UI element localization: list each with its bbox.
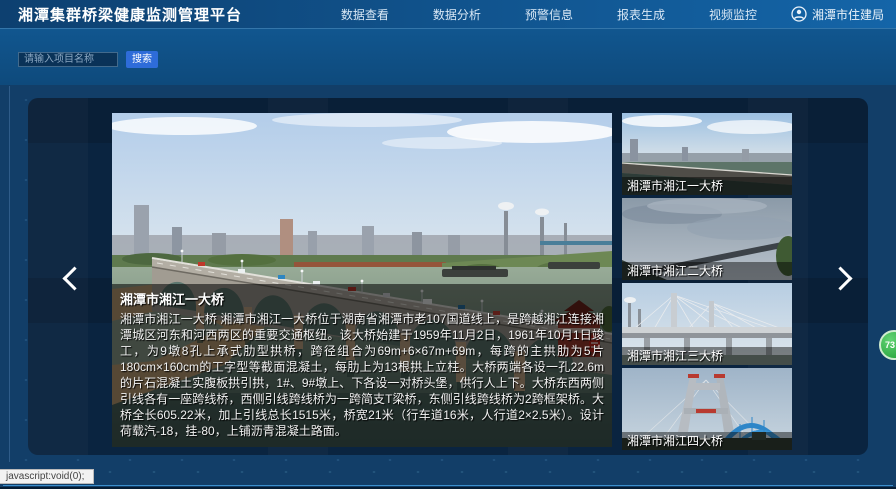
thumbnail-bridge-2[interactable]: 湘潭市湘江二大桥: [622, 198, 792, 280]
nav-item-report[interactable]: 报表生成: [617, 6, 665, 23]
user-avatar-icon: [791, 6, 807, 22]
top-navbar: 湘潭集群桥梁健康监测管理平台 数据查看 数据分析 预警信息 报表生成 视频监控 …: [0, 0, 896, 28]
browser-status-bar: javascript:void(0);: [0, 469, 94, 484]
search-input[interactable]: [18, 52, 118, 67]
carousel-prev-button[interactable]: [60, 266, 86, 292]
thumbnail-bridge-3[interactable]: 湘潭市湘江三大桥: [622, 283, 792, 365]
search-toolbar: 搜索: [0, 28, 896, 85]
thumbnail-title: 湘潭市湘江四大桥: [622, 432, 792, 450]
carousel-active-slide[interactable]: 湘潭市湘江一大桥 湘潭市湘江一大桥 湘潭市湘江一大桥位于湖南省湘潭市老107国道…: [112, 113, 612, 447]
thumbnail-title: 湘潭市湘江一大桥: [622, 177, 792, 195]
app-root: 湘潭集群桥梁健康监测管理平台 数据查看 数据分析 预警信息 报表生成 视频监控 …: [0, 0, 896, 489]
slide-description: 湘潭市湘江一大桥 湘潭市湘江一大桥位于湖南省湘潭市老107国道线上，是跨越湘江连…: [120, 311, 604, 439]
user-menu[interactable]: 湘潭市住建局: [791, 6, 884, 23]
search-button[interactable]: 搜索: [126, 51, 158, 68]
nav-item-video-monitor[interactable]: 视频监控: [709, 6, 757, 23]
thumbnail-title: 湘潭市湘江三大桥: [622, 347, 792, 365]
bottom-decor-band: [0, 463, 896, 489]
floating-feedback-button[interactable]: 73: [879, 330, 896, 360]
slide-title: 湘潭市湘江一大桥: [120, 289, 604, 308]
thumbnail-bridge-4[interactable]: 湘潭市湘江四大桥: [622, 368, 792, 450]
slide-caption: 湘潭市湘江一大桥 湘潭市湘江一大桥 湘潭市湘江一大桥位于湖南省湘潭市老107国道…: [112, 284, 612, 447]
nav-item-data-analysis[interactable]: 数据分析: [433, 6, 481, 23]
page-title: 湘潭集群桥梁健康监测管理平台: [18, 4, 242, 25]
nav-item-warning-info[interactable]: 预警信息: [525, 6, 573, 23]
thumbnail-title: 湘潭市湘江二大桥: [622, 262, 792, 280]
carousel-next-button[interactable]: [830, 266, 856, 292]
main-nav: 数据查看 数据分析 预警信息 报表生成 视频监控: [341, 6, 757, 23]
bg-divider-line: [9, 86, 10, 462]
user-name-label: 湘潭市住建局: [812, 6, 884, 23]
thumbnail-bridge-1[interactable]: 湘潭市湘江一大桥: [622, 113, 792, 195]
nav-item-data-view[interactable]: 数据查看: [341, 6, 389, 23]
chevron-left-icon: [62, 266, 86, 290]
chevron-right-icon: [828, 266, 852, 290]
